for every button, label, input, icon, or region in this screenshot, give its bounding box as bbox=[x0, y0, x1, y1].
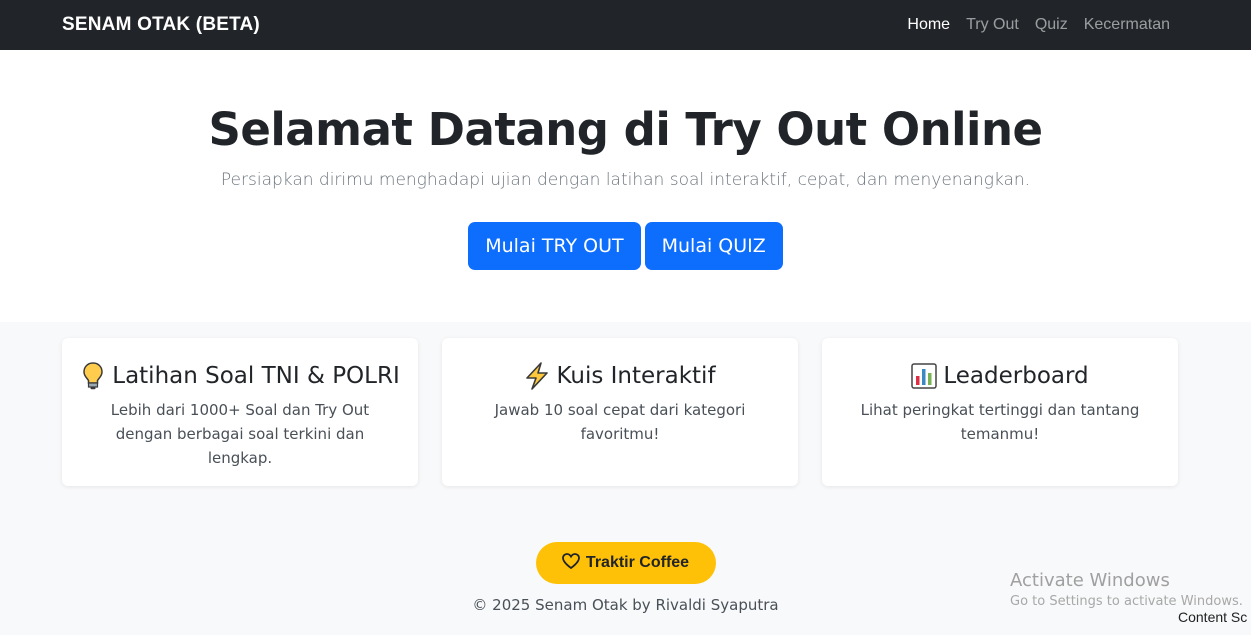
nav-links: Home Try Out Quiz Kecermatan bbox=[907, 16, 1170, 34]
feature-card-leaderboard: Leaderboard Lihat peringkat tertinggi da… bbox=[822, 338, 1178, 486]
nav-link-try-out[interactable]: Try Out bbox=[966, 16, 1019, 34]
lightning-icon bbox=[524, 362, 550, 390]
feature-title-latihan: Latihan Soal TNI & POLRI bbox=[112, 363, 400, 389]
feature-card-title: Kuis Interaktif bbox=[458, 362, 782, 390]
bar-chart-icon bbox=[911, 362, 938, 390]
nav-link-home[interactable]: Home bbox=[907, 16, 950, 34]
feature-card-title: Leaderboard bbox=[838, 362, 1162, 390]
activate-windows-watermark: Activate Windows Go to Settings to activ… bbox=[1010, 570, 1243, 609]
feature-card-kuis: Kuis Interaktif Jawab 10 soal cepat dari… bbox=[442, 338, 798, 486]
feature-text-leaderboard: Lihat peringkat tertinggi dan tantang te… bbox=[860, 401, 1140, 443]
feature-card-latihan: Latihan Soal TNI & POLRI Lebih dari 1000… bbox=[62, 338, 418, 486]
feature-title-kuis: Kuis Interaktif bbox=[556, 363, 716, 389]
content-tag: Content Sc bbox=[1178, 609, 1248, 625]
activate-windows-title: Activate Windows bbox=[1010, 570, 1170, 591]
hero-subtitle: Persiapkan dirimu menghadapi ujian denga… bbox=[220, 170, 1031, 190]
brand-logo[interactable]: SENAM OTAK (BETA) bbox=[62, 14, 260, 36]
feature-text-latihan: Lebih dari 1000+ Soal dan Try Out dengan… bbox=[110, 401, 370, 467]
hero-buttons: Mulai TRY OUT Mulai QUIZ bbox=[0, 222, 1251, 270]
lightbulb-icon bbox=[80, 362, 106, 390]
hero-title: Selamat Datang di Try Out Online bbox=[208, 103, 1043, 156]
navbar: SENAM OTAK (BETA) Home Try Out Quiz Kece… bbox=[0, 0, 1251, 50]
feature-title-leaderboard: Leaderboard bbox=[943, 363, 1089, 389]
nav-link-kecermatan[interactable]: Kecermatan bbox=[1084, 16, 1170, 34]
nav-link-quiz[interactable]: Quiz bbox=[1035, 16, 1068, 34]
start-quiz-button[interactable]: Mulai QUIZ bbox=[644, 222, 783, 270]
start-try-out-button[interactable]: Mulai TRY OUT bbox=[468, 222, 641, 270]
feature-text-kuis: Jawab 10 soal cepat dari kategori favori… bbox=[494, 401, 746, 443]
traktir-coffee-button[interactable]: Traktir Coffee bbox=[535, 542, 716, 584]
heart-icon bbox=[562, 552, 580, 574]
feature-card-title: Latihan Soal TNI & POLRI bbox=[78, 362, 402, 390]
hero-section: Selamat Datang di Try Out Online Persiap… bbox=[0, 50, 1251, 322]
features-section: Latihan Soal TNI & POLRI Lebih dari 1000… bbox=[0, 322, 1251, 486]
coffee-button-label: Traktir Coffee bbox=[585, 554, 690, 571]
activate-windows-subtitle: Go to Settings to activate Windows. bbox=[1010, 594, 1243, 609]
